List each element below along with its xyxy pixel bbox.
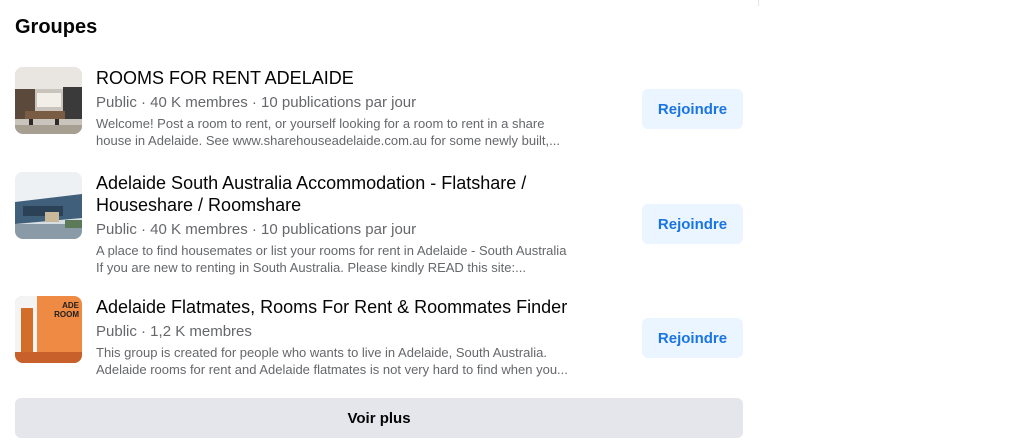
section-title: Groupes	[15, 16, 98, 38]
join-button[interactable]: Rejoindre	[642, 89, 743, 129]
group-description-line: Welcome! Post a room to rent, or yoursel…	[96, 116, 545, 131]
group-name-line[interactable]: Houseshare / Roomshare	[96, 194, 641, 216]
group-name[interactable]: Adelaide Flatmates, Rooms For Rent & Roo…	[96, 296, 636, 318]
thumbnail-text: ROOM	[54, 310, 79, 319]
group-info: Adelaide Flatmates, Rooms For Rent & Roo…	[96, 296, 636, 378]
join-button[interactable]: Rejoindre	[642, 204, 743, 244]
group-meta: Public · 40 K membres · 10 publications …	[96, 94, 417, 111]
group-item-rooms-for-rent-adelaide[interactable]: ROOMS FOR RENT ADELAIDE Public · 40 K me…	[15, 67, 743, 157]
group-item-adelaide-accommodation[interactable]: Adelaide South Australia Accommodation -…	[15, 172, 743, 282]
group-description-line: house in Adelaide. See www.sharehouseade…	[96, 133, 560, 148]
thumbnail-text: ADE	[62, 301, 80, 310]
group-description-line: Adelaide rooms for rent and Adelaide fla…	[96, 362, 568, 377]
group-meta: Public · 1,2 K membres	[96, 323, 252, 340]
group-item-adelaide-flatmates[interactable]: ADE ROOM Adelaide Flatmates, Rooms For R…	[15, 296, 743, 386]
group-name-line[interactable]: Adelaide South Australia Accommodation -…	[96, 172, 641, 194]
group-thumbnail[interactable]	[15, 172, 82, 239]
see-more-button[interactable]: Voir plus	[15, 398, 743, 438]
group-description-line: If you are new to renting in South Austr…	[96, 260, 526, 275]
group-description-line: A place to find housemates or list your …	[96, 243, 567, 258]
group-info: Adelaide South Australia Accommodation -…	[96, 172, 641, 276]
group-description-line: This group is created for people who wan…	[96, 345, 547, 360]
room-interior-image	[15, 67, 82, 134]
group-thumbnail[interactable]	[15, 67, 82, 134]
divider	[758, 0, 759, 6]
join-button[interactable]: Rejoindre	[642, 318, 743, 358]
group-meta: Public · 40 K membres · 10 publications …	[96, 221, 417, 238]
group-thumbnail[interactable]: ADE ROOM	[15, 296, 82, 363]
group-name[interactable]: ROOMS FOR RENT ADELAIDE	[96, 67, 636, 89]
groups-panel: Groupes ROOMS FOR RENT ADELAIDE Public ·…	[0, 0, 760, 448]
group-info: ROOMS FOR RENT ADELAIDE Public · 40 K me…	[96, 67, 636, 149]
building-exterior-image	[15, 172, 82, 239]
flatmates-logo-image: ADE ROOM	[15, 296, 82, 363]
